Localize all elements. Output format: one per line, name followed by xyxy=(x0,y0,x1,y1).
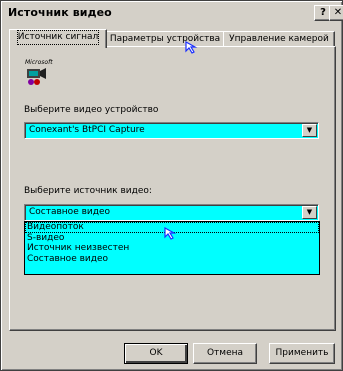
pointer-cursor-icon xyxy=(185,41,198,54)
list-item[interactable]: Составное видео xyxy=(25,254,319,265)
pointer-cursor-icon xyxy=(164,227,177,240)
tab-signal-source[interactable]: Источник сигнал xyxy=(9,29,107,48)
tab-label: Управление камерой xyxy=(229,34,329,44)
tab-panel: Microsoft Выберите видео устройство Cone… xyxy=(9,46,336,331)
dialog-window: Источник видео ? ✕ Источник сигнал Парам… xyxy=(0,0,343,371)
camera-logo-icon: Microsoft xyxy=(25,59,53,85)
device-label: Выберите видео устройство xyxy=(24,105,159,115)
cancel-button[interactable]: Отмена xyxy=(193,343,257,364)
title-bar[interactable]: Источник видео ? ✕ xyxy=(4,4,343,22)
list-item[interactable]: Источник неизвестен xyxy=(25,243,319,254)
device-select-value: Conexant's BtPCI Capture xyxy=(29,125,145,135)
tab-label: Параметры устройства xyxy=(109,34,221,44)
apply-button[interactable]: Применить xyxy=(269,343,335,364)
source-select[interactable]: Составное видео ▼ xyxy=(24,204,319,221)
chevron-down-icon[interactable]: ▼ xyxy=(302,206,317,219)
tab-camera-control[interactable]: Управление камерой xyxy=(223,31,335,47)
close-button[interactable]: ✕ xyxy=(329,5,343,21)
device-select[interactable]: Conexant's BtPCI Capture ▼ xyxy=(24,122,319,139)
tab-label: Источник сигнал xyxy=(16,30,100,45)
chevron-down-icon[interactable]: ▼ xyxy=(302,124,317,137)
tab-strip: Источник сигнал Параметры устройства Упр… xyxy=(9,29,335,48)
source-select-value: Составное видео xyxy=(29,207,111,217)
ok-button[interactable]: OK xyxy=(124,343,188,364)
source-label: Выберите источник видео: xyxy=(24,186,152,196)
window-title: Источник видео xyxy=(8,6,112,19)
tab-device-params[interactable]: Параметры устройства xyxy=(105,31,225,47)
